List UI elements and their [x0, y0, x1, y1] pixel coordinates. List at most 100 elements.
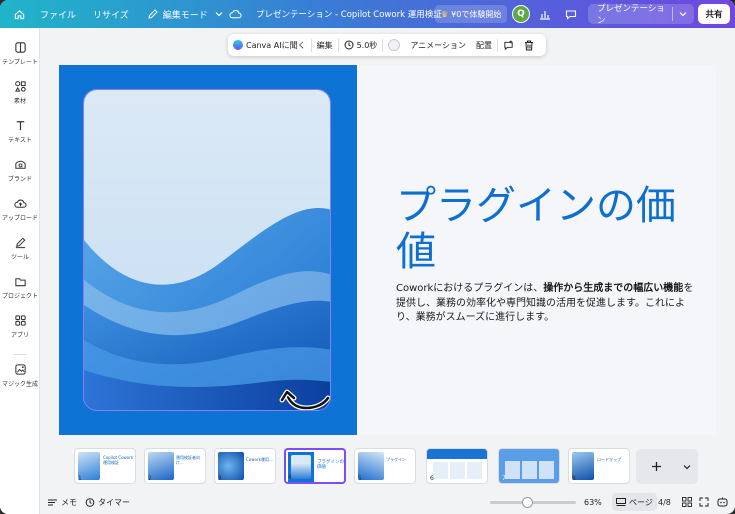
- brand-icon: [14, 160, 26, 169]
- sidebar-item-magic-media[interactable]: マジック生成: [0, 363, 40, 399]
- add-page-options-button[interactable]: [676, 463, 698, 471]
- edit-mode-label: 編集モード: [162, 10, 208, 21]
- file-menu[interactable]: ファイル: [33, 0, 83, 28]
- upload-icon: [13, 199, 27, 208]
- sidebar-item-text[interactable]: テキスト: [0, 119, 40, 155]
- document-title[interactable]: プレゼンテーション - Copilot Cowork 運用検証: [256, 0, 442, 28]
- sidebar-item-label: ブランド: [7, 176, 32, 183]
- page-thumbnail[interactable]: 運用検証者向け... 2: [144, 448, 206, 484]
- timer-label: タイマー: [98, 497, 130, 507]
- zoom-slider[interactable]: [490, 497, 576, 508]
- animation-button[interactable]: アニメーション: [405, 34, 471, 56]
- page-thumbnail[interactable]: プラグイン 5: [354, 448, 416, 484]
- chevron-down-icon: [679, 12, 687, 17]
- color-button[interactable]: [383, 34, 405, 56]
- page-thumbnail[interactable]: Cowork運用... 3: [214, 448, 276, 484]
- trash-icon: [525, 40, 533, 50]
- trial-button[interactable]: ♛ ¥0で体験開始: [435, 5, 508, 23]
- zoom-percentage[interactable]: 63%: [584, 490, 602, 514]
- sidebar-item-templates[interactable]: テンプレート: [0, 41, 40, 77]
- sidebar-item-brand[interactable]: ブランド: [0, 158, 40, 194]
- edit-button[interactable]: 編集: [312, 34, 338, 56]
- page-indicator[interactable]: 4/8: [658, 490, 671, 514]
- sidebar-item-label: マジック生成: [1, 381, 38, 388]
- page-number: 5: [358, 475, 362, 482]
- thumbnail-caption: プラグイン: [386, 457, 406, 462]
- template-icon: [14, 42, 26, 53]
- position-button[interactable]: 配置: [471, 34, 497, 56]
- page-number: 3: [218, 475, 222, 482]
- share-button[interactable]: 共有: [698, 4, 730, 24]
- timer-icon: [85, 498, 95, 507]
- notes-button[interactable]: メモ: [47, 490, 77, 514]
- thumbnail-caption: Copilot Cowork 運用検証: [103, 455, 134, 465]
- present-button[interactable]: プレゼンテーション: [588, 2, 672, 26]
- notes-label: メモ: [61, 497, 77, 507]
- page-thumbnail[interactable]: 6: [426, 448, 488, 484]
- top-bar: ファイル リサイズ 編集モード プレゼンテーション - Copilot Cowo…: [0, 0, 735, 28]
- plus-icon: [651, 462, 661, 471]
- thumbnail-header: [427, 449, 487, 459]
- canva-ai-button[interactable]: Canva AIに聞く: [228, 34, 311, 56]
- comments-button[interactable]: [561, 5, 581, 23]
- page-thumbnail[interactable]: ロードマップ 8: [568, 448, 630, 484]
- sidebar-item-elements[interactable]: 素材: [0, 80, 40, 116]
- assistant-button[interactable]: [717, 490, 728, 514]
- thumbnail-image-inner: [291, 455, 311, 479]
- pages-label: ページ: [629, 497, 653, 507]
- timer-button[interactable]: タイマー: [85, 490, 130, 514]
- sidebar-item-label: アップロード: [1, 215, 38, 222]
- edit-mode-menu[interactable]: 編集モード: [136, 0, 233, 28]
- sidebar-item-apps[interactable]: アプリ: [0, 314, 40, 350]
- slide-image-abstract-waves[interactable]: [83, 89, 331, 411]
- home-icon: [12, 7, 26, 21]
- crown-icon: ♛: [441, 9, 449, 19]
- sidebar-item-draw[interactable]: ツール: [0, 236, 40, 272]
- add-comment-button[interactable]: [498, 34, 519, 56]
- canva-ai-icon: [233, 40, 243, 50]
- delete-button[interactable]: [519, 34, 539, 56]
- zoom-slider-handle[interactable]: [521, 497, 533, 508]
- page-number: 2: [148, 475, 152, 482]
- page-number: 1: [78, 475, 82, 482]
- thumbnail-caption: Cowork運用...: [246, 457, 273, 462]
- folder-icon: [14, 278, 26, 287]
- page-thumbnail[interactable]: 7: [498, 448, 560, 484]
- slide-canvas[interactable]: プラグインの価値 Coworkにおけるプラグインは、操作から生成までの幅広い機能…: [59, 65, 716, 435]
- fullscreen-icon: [699, 497, 709, 507]
- cloud-save-status[interactable]: [222, 0, 249, 28]
- resize-menu[interactable]: リサイズ: [83, 0, 136, 28]
- canva-ai-label: Canva AIに聞く: [246, 40, 306, 50]
- sidebar-item-uploads[interactable]: アップロード: [0, 197, 40, 233]
- element-context-toolbar: Canva AIに聞く 編集 5.0秒 アニメーション 配置: [228, 34, 546, 56]
- pages-view-button[interactable]: ページ: [612, 493, 657, 511]
- add-page-group: [636, 449, 698, 484]
- trial-label: ¥0で体験開始: [451, 9, 502, 19]
- cloud-icon: [229, 10, 242, 19]
- duration-label: 5.0秒: [356, 40, 378, 50]
- slide-body-text[interactable]: Coworkにおけるプラグインは、操作から生成までの幅広い機能を提供し、業務の効…: [396, 282, 696, 326]
- comment-add-icon: [504, 39, 513, 50]
- present-options-button[interactable]: [673, 10, 693, 18]
- sidebar-item-label: テンプレート: [2, 59, 38, 66]
- fullscreen-button[interactable]: [699, 490, 709, 514]
- sidebar-item-label: 素材: [13, 98, 26, 105]
- page-thumbnail-active[interactable]: プラグインの価値 4: [284, 448, 346, 484]
- duration-button[interactable]: 5.0秒: [339, 34, 383, 56]
- thumbnail-caption: プラグインの価値: [317, 460, 344, 470]
- insights-button[interactable]: [535, 5, 555, 23]
- sidebar-item-label: テキスト: [8, 137, 32, 144]
- sidebar-item-projects[interactable]: プロジェクト: [0, 275, 40, 311]
- avatar[interactable]: Q: [512, 5, 530, 23]
- color-swatch: [388, 39, 401, 51]
- pencil-icon: [146, 7, 160, 21]
- page-thumbnail[interactable]: Copilot Cowork 運用検証 1: [74, 448, 136, 484]
- add-page-button[interactable]: [636, 461, 676, 472]
- bar-chart-icon: [540, 10, 550, 20]
- slide-title[interactable]: プラグインの価値: [396, 183, 696, 275]
- grid-view-button[interactable]: [682, 490, 692, 514]
- page-number: 7: [502, 475, 506, 482]
- home-button[interactable]: [0, 0, 33, 28]
- grid-icon: [682, 497, 692, 507]
- canva-editor-window: ファイル リサイズ 編集モード プレゼンテーション - Copilot Cowo…: [0, 0, 735, 514]
